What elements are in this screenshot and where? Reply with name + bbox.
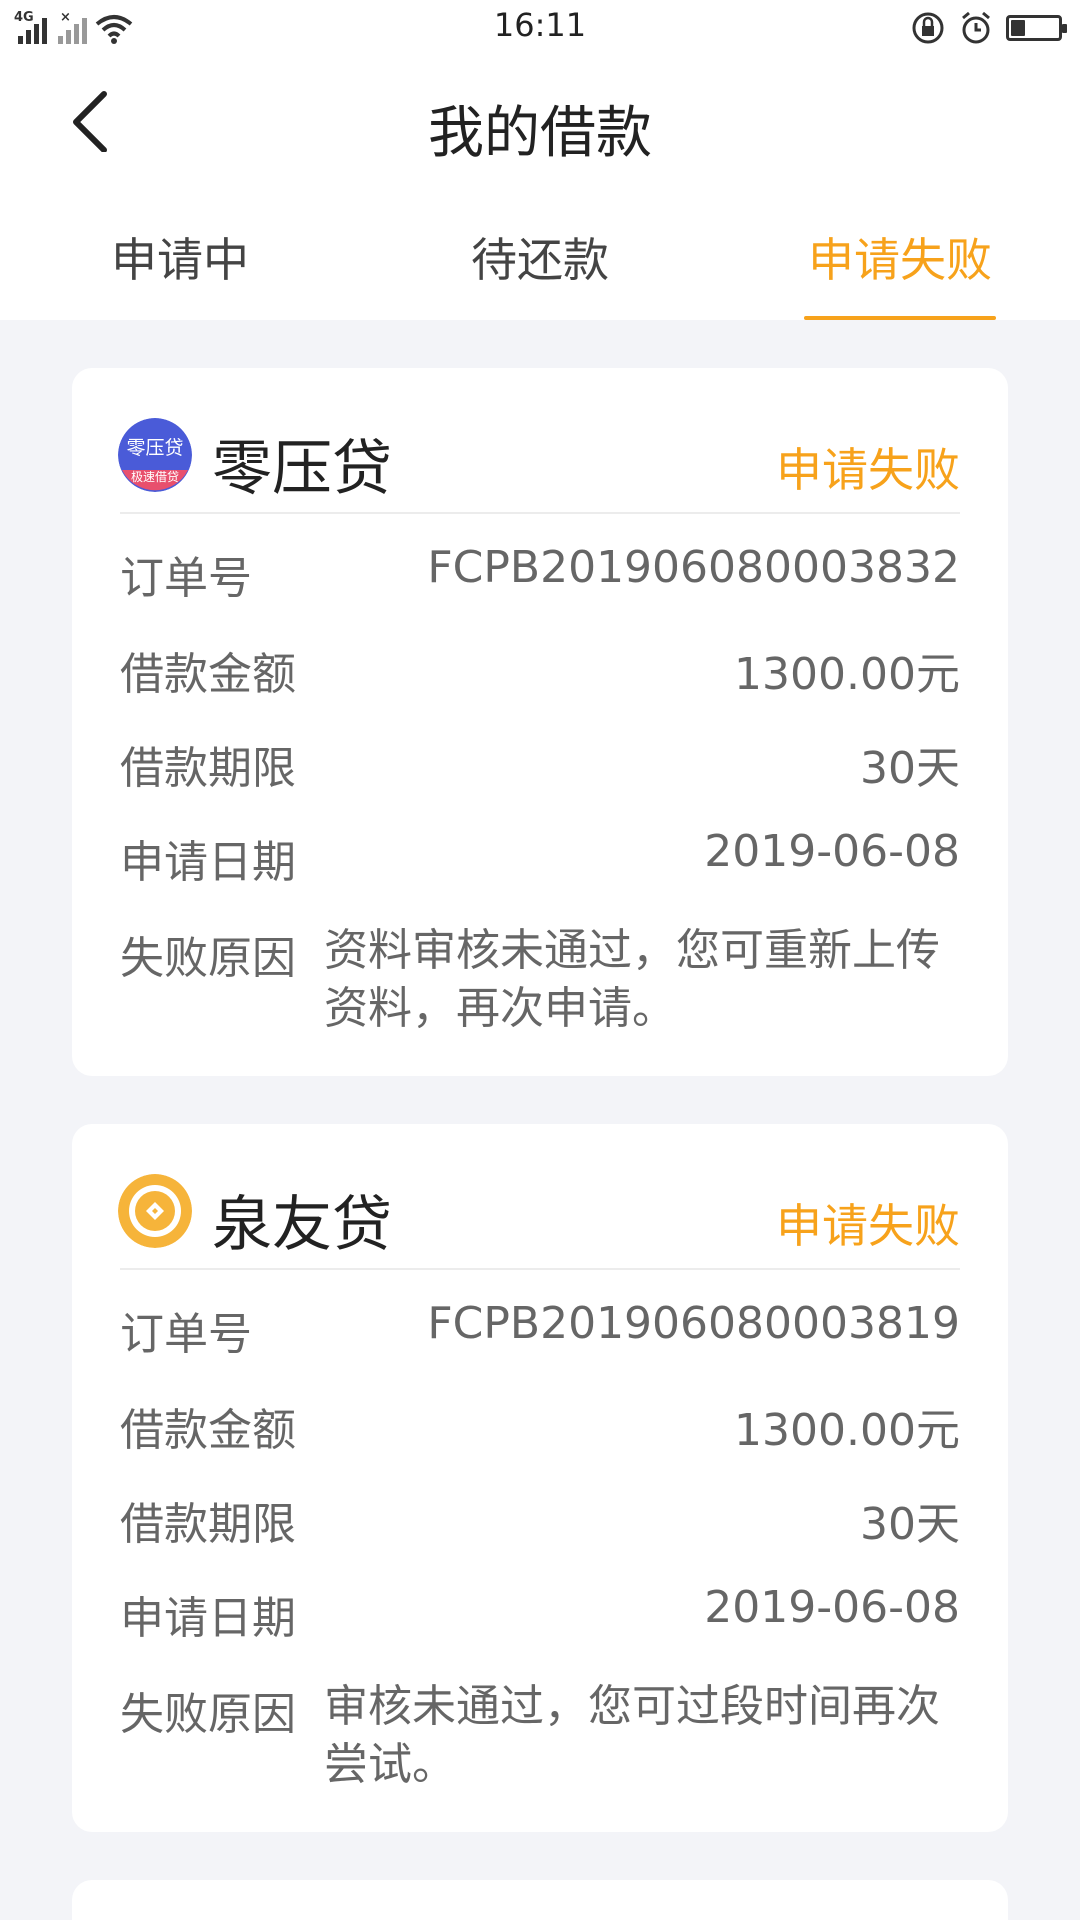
field-value: FCPB201906080003819: [427, 1298, 960, 1349]
field-label: 借款期限: [120, 1499, 296, 1550]
field-label: 申请日期: [120, 1593, 296, 1644]
field-value: 30天: [860, 743, 960, 794]
loan-card-partial[interactable]: [72, 1880, 1008, 1920]
field-value: 2019-06-08: [704, 826, 960, 877]
status-badge: 申请失败: [776, 443, 960, 497]
tab-to-repay[interactable]: 待还款: [468, 224, 612, 290]
card-divider: [120, 1268, 960, 1270]
reason-label: 失败原因: [120, 933, 296, 984]
field-value: 30天: [860, 1499, 960, 1550]
tab-bar: 申请中 待还款 申请失败: [0, 200, 1080, 320]
lingyadai-logo-icon: 零压贷 极速借贷: [118, 418, 192, 492]
loan-card[interactable]: 泉友贷 申请失败 订单号 FCPB201906080003819 借款金额 13…: [72, 1124, 1008, 1832]
field-value: 2019-06-08: [704, 1582, 960, 1633]
field-order-no: 订单号 FCPB201906080003819: [120, 1298, 960, 1360]
battery-icon: [1006, 15, 1067, 41]
logo-text-top: 零压贷: [126, 437, 183, 459]
failure-reason: 失败原因 审核未通过，您可过段时间再次尝试。: [120, 1678, 960, 1798]
header-area: 4G × 16:11 我的借款 申请中 待还款 申请失败: [0, 0, 1080, 320]
reason-label: 失败原因: [120, 1689, 296, 1740]
field-term: 借款期限 30天: [120, 1488, 960, 1550]
lender-name: 泉友贷: [212, 1190, 392, 1260]
field-term: 借款期限 30天: [120, 732, 960, 794]
field-apply-date: 申请日期 2019-06-08: [120, 826, 960, 888]
card-divider: [120, 512, 960, 514]
field-amount: 借款金额 1300.00元: [120, 638, 960, 700]
field-label: 借款金额: [120, 1405, 296, 1456]
field-amount: 借款金额 1300.00元: [120, 1394, 960, 1456]
field-label: 借款期限: [120, 743, 296, 794]
nav-bar: 我的借款: [0, 60, 1080, 180]
reason-text: 资料审核未通过，您可重新上传资料，再次申请。: [324, 925, 940, 1034]
failure-reason: 失败原因 资料审核未通过，您可重新上传资料，再次申请。: [120, 922, 960, 1042]
page-title: 我的借款: [428, 101, 652, 166]
rotation-lock-icon: [912, 12, 944, 44]
loan-card[interactable]: 零压贷 极速借贷 零压贷 申请失败 订单号 FCPB20190608000383…: [72, 368, 1008, 1076]
field-label: 借款金额: [120, 649, 296, 700]
status-badge: 申请失败: [776, 1199, 960, 1253]
tab-applying[interactable]: 申请中: [110, 224, 250, 290]
field-label: 申请日期: [120, 837, 296, 888]
tab-failed[interactable]: 申请失败: [804, 224, 996, 290]
alarm-icon: [962, 11, 990, 44]
field-value: 1300.00元: [734, 1405, 960, 1456]
active-tab-indicator: [804, 316, 996, 320]
field-label: 订单号: [120, 1309, 252, 1360]
status-right: [910, 10, 1067, 46]
field-order-no: 订单号 FCPB201906080003832: [120, 542, 960, 604]
card-header: 零压贷 极速借贷 零压贷 申请失败: [72, 368, 1008, 514]
field-apply-date: 申请日期 2019-06-08: [120, 1582, 960, 1644]
field-label: 订单号: [120, 553, 252, 604]
field-value: FCPB201906080003832: [427, 542, 960, 593]
reason-text: 审核未通过，您可过段时间再次尝试。: [324, 1681, 940, 1790]
lender-name: 零压贷: [212, 434, 392, 504]
status-bar: 4G × 16:11: [0, 0, 1080, 56]
card-header: 泉友贷 申请失败: [72, 1124, 1008, 1270]
logo-text-bottom: 极速借贷: [131, 470, 179, 484]
field-value: 1300.00元: [734, 649, 960, 700]
quanyoudai-logo-icon: [118, 1174, 192, 1248]
